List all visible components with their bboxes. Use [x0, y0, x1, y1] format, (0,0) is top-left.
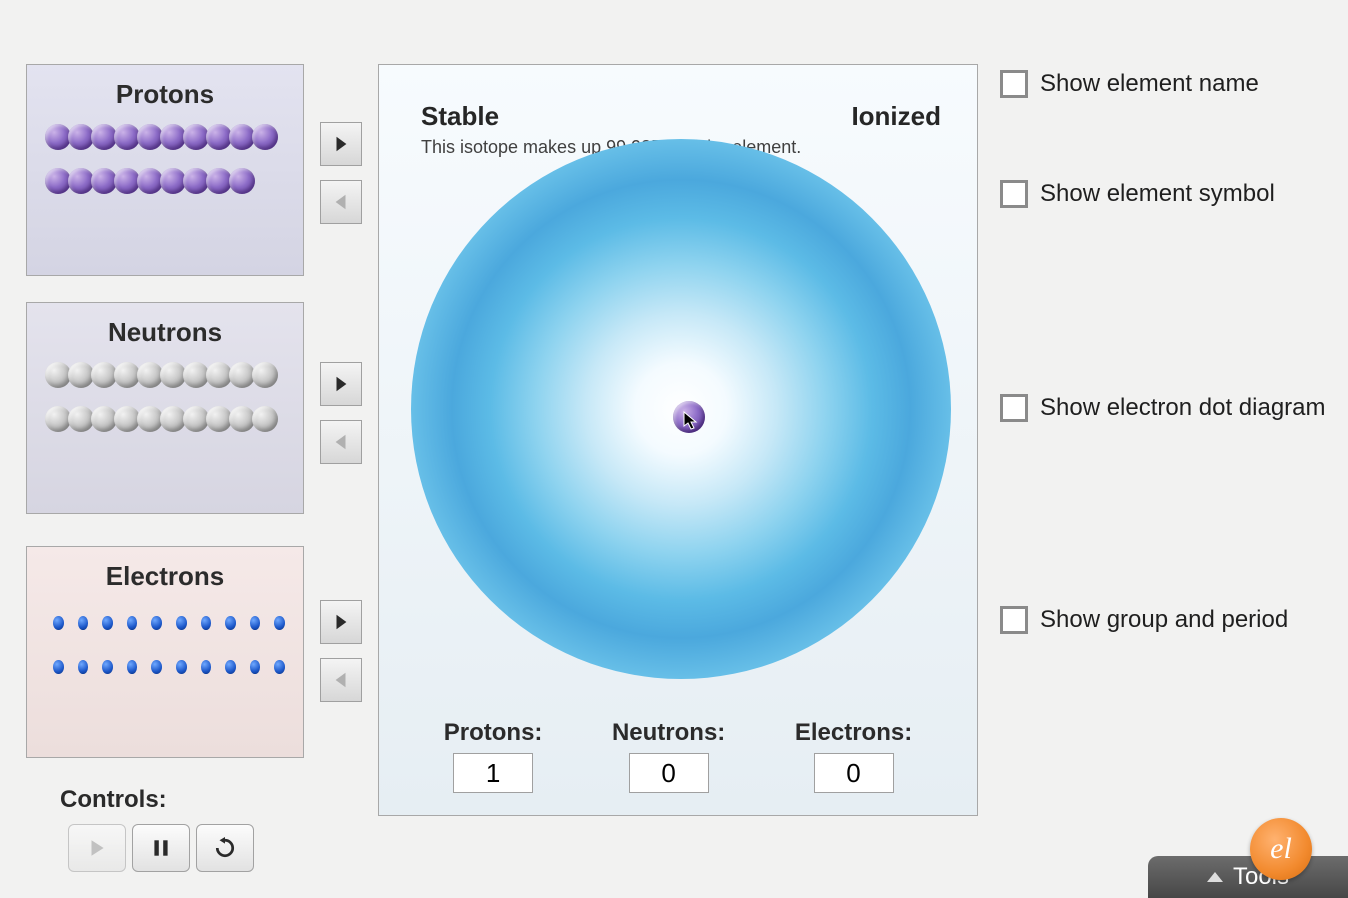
neutrons-title: Neutrons — [27, 303, 303, 348]
checkbox-icon — [1000, 606, 1028, 634]
play-button[interactable] — [68, 824, 126, 872]
electron-ball[interactable] — [176, 616, 187, 630]
add-proton-button[interactable] — [320, 122, 362, 166]
electron-ball[interactable] — [201, 660, 212, 674]
electron-ball[interactable] — [225, 616, 236, 630]
protons-bin[interactable]: Protons — [26, 64, 304, 276]
proton-ball[interactable] — [252, 124, 278, 150]
electron-ball[interactable] — [274, 616, 285, 630]
electron-ball[interactable] — [201, 616, 212, 630]
show-group-period-checkbox[interactable]: Show group and period — [1000, 606, 1288, 634]
controls-label: Controls: — [60, 786, 167, 814]
show-group-period-label: Show group and period — [1040, 606, 1288, 634]
electron-ball[interactable] — [53, 660, 64, 674]
add-neutron-button[interactable] — [320, 362, 362, 406]
chevron-up-icon — [1207, 872, 1223, 882]
show-electron-dot-checkbox[interactable]: Show electron dot diagram — [1000, 394, 1326, 422]
pause-button[interactable] — [132, 824, 190, 872]
remove-electron-button[interactable] — [320, 658, 362, 702]
protons-rows — [27, 110, 303, 194]
electron-ball[interactable] — [102, 616, 113, 630]
neutrons-count-input[interactable] — [629, 753, 709, 793]
electrons-count-input[interactable] — [814, 753, 894, 793]
electron-ball[interactable] — [274, 660, 285, 674]
neutrons-bin[interactable]: Neutrons — [26, 302, 304, 514]
neutrons-rows — [27, 348, 303, 432]
charge-label: Ionized — [851, 101, 941, 132]
electron-ball[interactable] — [127, 616, 138, 630]
neutron-ball[interactable] — [252, 362, 278, 388]
show-element-symbol-label: Show element symbol — [1040, 180, 1275, 208]
neutron-ball[interactable] — [252, 406, 278, 432]
reset-button[interactable] — [196, 824, 254, 872]
electron-ball[interactable] — [78, 660, 89, 674]
checkbox-icon — [1000, 394, 1028, 422]
remove-proton-button[interactable] — [320, 180, 362, 224]
show-element-name-checkbox[interactable]: Show element name — [1000, 70, 1259, 98]
electron-ball[interactable] — [250, 616, 261, 630]
electrons-rows — [27, 592, 303, 674]
show-element-name-label: Show element name — [1040, 70, 1259, 98]
brand-badge-icon: el — [1250, 818, 1312, 880]
checkbox-icon — [1000, 180, 1028, 208]
controls-row — [68, 824, 254, 872]
stability-label: Stable — [421, 101, 499, 132]
protons-title: Protons — [27, 65, 303, 110]
show-element-symbol-checkbox[interactable]: Show element symbol — [1000, 180, 1275, 208]
add-electron-button[interactable] — [320, 600, 362, 644]
show-electron-dot-label: Show electron dot diagram — [1040, 394, 1326, 422]
electrons-count-label: Electrons: — [795, 719, 912, 747]
atom-display: Stable Ionized This isotope makes up 99.… — [378, 64, 978, 816]
electron-ball[interactable] — [151, 660, 162, 674]
neutrons-count-label: Neutrons: — [612, 719, 725, 747]
protons-count-input[interactable] — [453, 753, 533, 793]
electron-ball[interactable] — [176, 660, 187, 674]
electron-ball[interactable] — [225, 660, 236, 674]
electrons-title: Electrons — [27, 547, 303, 592]
checkbox-icon — [1000, 70, 1028, 98]
proton-ball[interactable] — [229, 168, 255, 194]
protons-count-label: Protons: — [444, 719, 543, 747]
count-row: Protons: Neutrons: Electrons: — [379, 719, 977, 793]
electron-ball[interactable] — [102, 660, 113, 674]
tools-tab[interactable]: Tools — [1148, 856, 1348, 898]
cursor-icon — [683, 411, 699, 431]
remove-neutron-button[interactable] — [320, 420, 362, 464]
electron-ball[interactable] — [151, 616, 162, 630]
electron-ball[interactable] — [53, 616, 64, 630]
electron-ball[interactable] — [78, 616, 89, 630]
electron-ball[interactable] — [127, 660, 138, 674]
electrons-bin[interactable]: Electrons — [26, 546, 304, 758]
electron-ball[interactable] — [250, 660, 261, 674]
